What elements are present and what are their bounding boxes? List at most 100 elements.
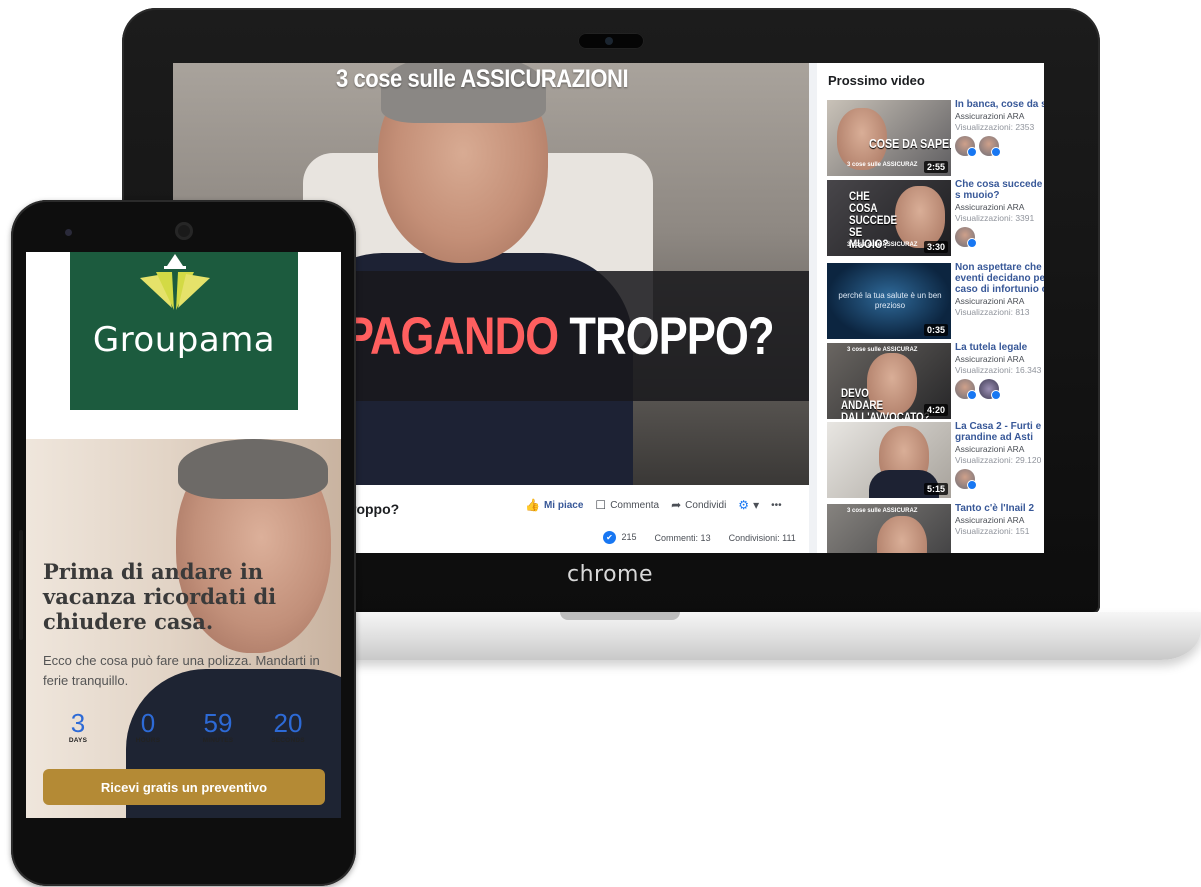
hero-person-hair (178, 439, 328, 499)
video-title-link[interactable]: La Casa 2 - Furti e grandine ad Asti (955, 421, 1044, 443)
video-thumbnail[interactable]: 3 cose sulle ASSICURAZ (827, 504, 951, 553)
avatar (979, 136, 1001, 157)
video-channel: Assicurazioni ARA (955, 296, 1025, 306)
thumbnail-text: perché la tua salute è un ben prezioso (838, 291, 942, 310)
thumbnail-face (877, 516, 927, 553)
video-title-link[interactable]: Non aspettare che eventi decidano per ca… (955, 262, 1044, 295)
get-quote-button[interactable]: Ricevi gratis un preventivo (43, 769, 325, 805)
video-channel: Assicurazioni ARA (955, 111, 1025, 121)
video-views: Visualizzazioni: 3391 (955, 213, 1035, 223)
video-meta: Tanto c'è l'Inail 2 Assicurazioni ARA Vi… (955, 503, 1044, 536)
viewer-avatars (955, 136, 1044, 157)
thumbs-up-icon: 👍 (525, 498, 540, 512)
video-duration: 0:35 (923, 324, 948, 336)
countdown-label: SECONDS (271, 737, 305, 744)
phone-screen: Groupama Prima di andare in vacanza rico… (26, 252, 341, 818)
countdown-label: MINUTES (202, 737, 234, 744)
countdown-value: 0 (140, 708, 156, 738)
video-caption-red: PAGANDO (345, 307, 559, 366)
logo-rays-icon (140, 254, 210, 310)
countdown-days: 3 DAYS (43, 709, 113, 744)
groupama-logo: Groupama (70, 252, 298, 410)
countdown-value: 59 (203, 708, 233, 738)
shares-count[interactable]: Condivisioni: 111 (729, 533, 796, 543)
more-options-button[interactable]: ••• (771, 500, 782, 511)
video-duration: 2:55 (923, 161, 948, 173)
next-video-item[interactable]: COSE DA SAPERE 3 cose sulle ASSICURAZ 2:… (827, 99, 1044, 176)
thumbnail-text: DEVO ANDARE DALL'AVVOCATO? (841, 386, 930, 419)
video-title: 3 cose sulle ASSICURAZIONI (336, 65, 629, 93)
viewer-avatars (955, 379, 1044, 400)
thumbnail-text: CHE COSA SUCCEDE SE MUOIO? (849, 189, 898, 251)
video-thumbnail[interactable]: perché la tua salute è un ben prezioso 0… (827, 263, 951, 339)
video-meta: Che cosa succede s muoio? Assicurazioni … (955, 179, 1044, 248)
post-stats: ✔ 215 Commenti: 13 Condivisioni: 111 (603, 531, 796, 544)
video-thumbnail[interactable]: CHE COSA SUCCEDE SE MUOIO? 3 cose sulle … (827, 180, 951, 256)
countdown-label: HOURS (135, 737, 161, 744)
logo-wordmark: Groupama (92, 320, 276, 360)
next-video-item[interactable]: perché la tua salute è un ben prezioso 0… (827, 262, 1044, 339)
countdown-minutes: 59 MINUTES (183, 709, 253, 744)
video-views: Visualizzazioni: 151 (955, 526, 1030, 536)
thumbnail-caption: 3 cose sulle ASSICURAZ (847, 508, 918, 514)
thumbnail-face (895, 186, 945, 248)
countdown-value: 3 (70, 708, 86, 738)
video-thumbnail[interactable]: DEVO ANDARE DALL'AVVOCATO? 3 cose sulle … (827, 343, 951, 419)
avatar (979, 379, 1001, 400)
thumbnail-caption: 3 cose sulle ASSICURAZ (847, 162, 918, 168)
thumbnail-text: COSE DA SAPERE (869, 136, 951, 151)
front-camera-icon (65, 229, 72, 236)
comments-count[interactable]: Commenti: 13 (655, 533, 711, 543)
like-button[interactable]: 👍 Mi piace (525, 499, 583, 511)
laptop-hinge-notch (560, 612, 680, 620)
viewer-avatars (955, 227, 1044, 248)
video-title-link[interactable]: Che cosa succede s muoio? (955, 179, 1044, 201)
audience-icon: ⚙ (738, 498, 750, 512)
countdown-seconds: 20 SECONDS (253, 709, 323, 744)
speaker-icon (175, 222, 193, 240)
next-video-item[interactable]: DEVO ANDARE DALL'AVVOCATO? 3 cose sulle … (827, 342, 1044, 419)
like-reaction-icon: ✔ (603, 531, 616, 544)
comment-label: Commenta (610, 499, 660, 511)
video-thumbnail[interactable]: COSE DA SAPERE 3 cose sulle ASSICURAZ 2:… (827, 100, 951, 176)
video-meta: La tutela legale Assicurazioni ARA Visua… (955, 342, 1044, 400)
video-channel: Assicurazioni ARA (955, 202, 1025, 212)
video-views: Visualizzazioni: 813 (955, 307, 1030, 317)
more-options-label: ••• (771, 499, 782, 511)
likes-count-link[interactable]: ✔ 215 (603, 531, 637, 544)
video-meta: In banca, cose da sa Assicurazioni ARA V… (955, 99, 1044, 157)
share-label: Condividi (685, 499, 727, 511)
countdown-value: 20 (273, 708, 303, 738)
next-video-item[interactable]: 3 cose sulle ASSICURAZ Tanto c'è l'Inail… (827, 503, 1044, 553)
phone-side-button (19, 530, 23, 640)
next-video-item[interactable]: CHE COSA SUCCEDE SE MUOIO? 3 cose sulle … (827, 179, 1044, 256)
countdown-timer: 3 DAYS 0 HOURS 59 MINUTES 20 SECONDS (43, 709, 323, 749)
video-title-link[interactable]: In banca, cose da sa (955, 99, 1044, 110)
video-views: Visualizzazioni: 16.343 (955, 365, 1042, 375)
share-button[interactable]: ➦ Condividi (671, 499, 726, 511)
video-views: Visualizzazioni: 2353 (955, 122, 1035, 132)
video-caption: PAGANDO TROPPO? (345, 306, 775, 367)
like-label: Mi piace (543, 499, 584, 511)
laptop-base (300, 612, 1201, 660)
video-title-link[interactable]: La tutela legale (955, 342, 1044, 353)
avatar (955, 136, 977, 157)
next-videos-heading: Prossimo video (828, 73, 925, 88)
post-title: roppo? (351, 501, 400, 517)
share-icon: ➦ (671, 498, 682, 512)
thumbnail-caption: 3 cose sulle ASSICURAZ (847, 242, 918, 248)
video-caption-white: TROPPO? (569, 307, 774, 366)
comment-button[interactable]: ☐ Commenta (595, 499, 659, 511)
video-title-link[interactable]: Tanto c'è l'Inail 2 (955, 503, 1044, 514)
audience-selector[interactable]: ⚙ ▾ (738, 499, 759, 511)
next-video-item[interactable]: 5:15 La Casa 2 - Furti e grandine ad Ast… (827, 421, 1044, 498)
avatar (955, 469, 977, 490)
video-meta: Non aspettare che eventi decidano per ca… (955, 262, 1044, 317)
hero-headline: Prima di andare in vacanza ricordati di … (43, 559, 277, 634)
video-duration: 4:20 (923, 404, 948, 416)
comment-icon: ☐ (595, 498, 607, 512)
post-actions: 👍 Mi piace ☐ Commenta ➦ Condividi ⚙ ▾ ••… (525, 499, 782, 511)
next-videos-panel: Prossimo video COSE DA SAPERE 3 cose sul… (817, 63, 1044, 553)
video-thumbnail[interactable]: 5:15 (827, 422, 951, 498)
video-duration: 5:15 (923, 483, 948, 495)
